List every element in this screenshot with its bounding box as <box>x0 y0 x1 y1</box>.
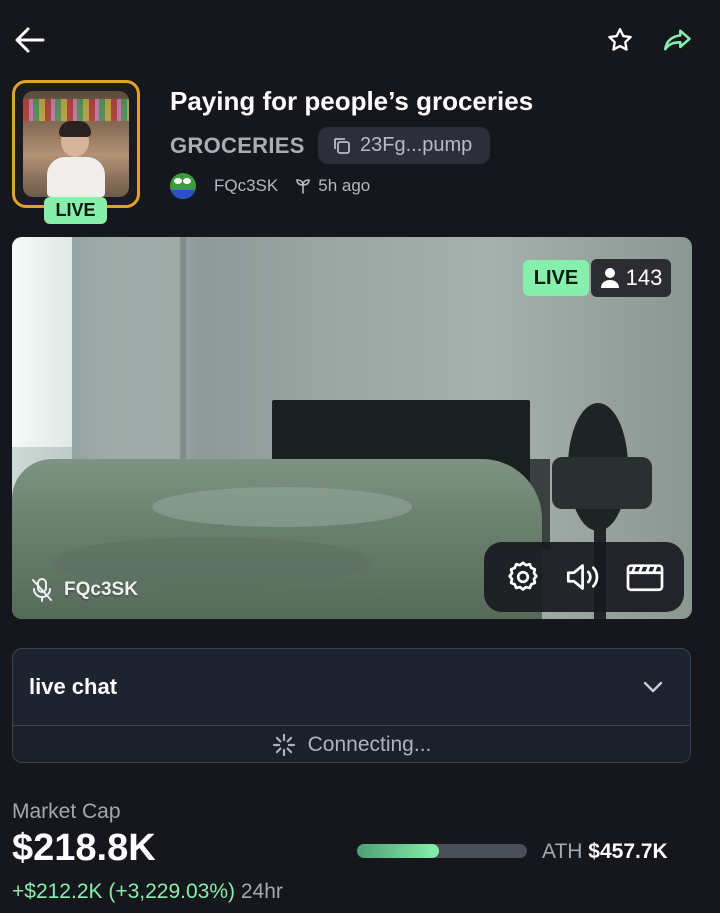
share-button[interactable] <box>656 22 700 58</box>
clapperboard-icon <box>626 564 664 592</box>
volume-button[interactable] <box>560 553 608 601</box>
star-icon <box>608 28 632 51</box>
creator-row: FQc3SK 5h ago <box>170 171 370 201</box>
stream-title: Paying for people’s groceries <box>170 86 534 116</box>
ath-value: $457.7K <box>588 840 668 863</box>
chat-status-text: Connecting... <box>307 733 432 756</box>
loading-spinner-icon <box>272 733 295 757</box>
settings-button[interactable] <box>499 553 547 601</box>
market-cap-period: 24hr <box>240 880 283 903</box>
market-cap-value: $218.8K <box>12 827 156 869</box>
live-chat-panel: live chat Connecting... <box>12 648 691 763</box>
contract-address-chip[interactable]: 23Fg...pump <box>318 127 491 164</box>
ath-progress-fill <box>357 844 439 858</box>
share-arrow-icon <box>664 29 691 51</box>
user-icon <box>600 268 619 288</box>
token-ticker: GROCERIES <box>170 133 305 158</box>
live-chat-title: live chat <box>29 674 118 699</box>
gear-icon <box>507 561 538 591</box>
contract-address-text: 23Fg...pump <box>360 134 473 156</box>
video-live-badge: LIVE <box>523 260 589 296</box>
chevron-down-icon <box>643 681 663 693</box>
mic-off-icon <box>32 578 52 602</box>
avatar-image <box>23 91 129 197</box>
creator-avatar-icon[interactable] <box>170 173 196 199</box>
creator-name[interactable]: FQc3SK <box>214 176 278 196</box>
ath-progress-bar <box>357 844 527 858</box>
chat-connection-status: Connecting... <box>13 725 690 762</box>
speaker-icon <box>566 564 599 590</box>
avatar-live-badge: LIVE <box>44 197 107 224</box>
ath-info: ATH $457.7K <box>542 840 668 864</box>
streamer-label: FQc3SK <box>30 577 138 603</box>
market-cap-label: Market Cap <box>12 800 121 823</box>
back-button[interactable] <box>10 22 50 58</box>
copy-icon <box>334 137 350 154</box>
viewer-count-badge: 143 <box>591 259 671 297</box>
viewer-count: 143 <box>625 265 663 290</box>
stream-avatar[interactable] <box>12 80 140 208</box>
player-controls <box>484 542 684 612</box>
theater-mode-button[interactable] <box>621 553 669 601</box>
market-cap-change: +$212.2K (+3,229.03%) 24hr <box>12 880 283 904</box>
stream-age-text: 5h ago <box>318 176 371 195</box>
market-cap-change-value: +$212.2K (+3,229.03%) <box>12 880 236 903</box>
live-chat-header[interactable]: live chat <box>13 649 690 725</box>
favorite-button[interactable] <box>600 22 640 58</box>
ath-label: ATH <box>542 840 583 863</box>
streamer-name: FQc3SK <box>64 579 138 600</box>
sprout-icon <box>296 179 311 194</box>
arrow-left-icon <box>15 27 45 53</box>
stream-age: 5h ago <box>294 176 370 196</box>
